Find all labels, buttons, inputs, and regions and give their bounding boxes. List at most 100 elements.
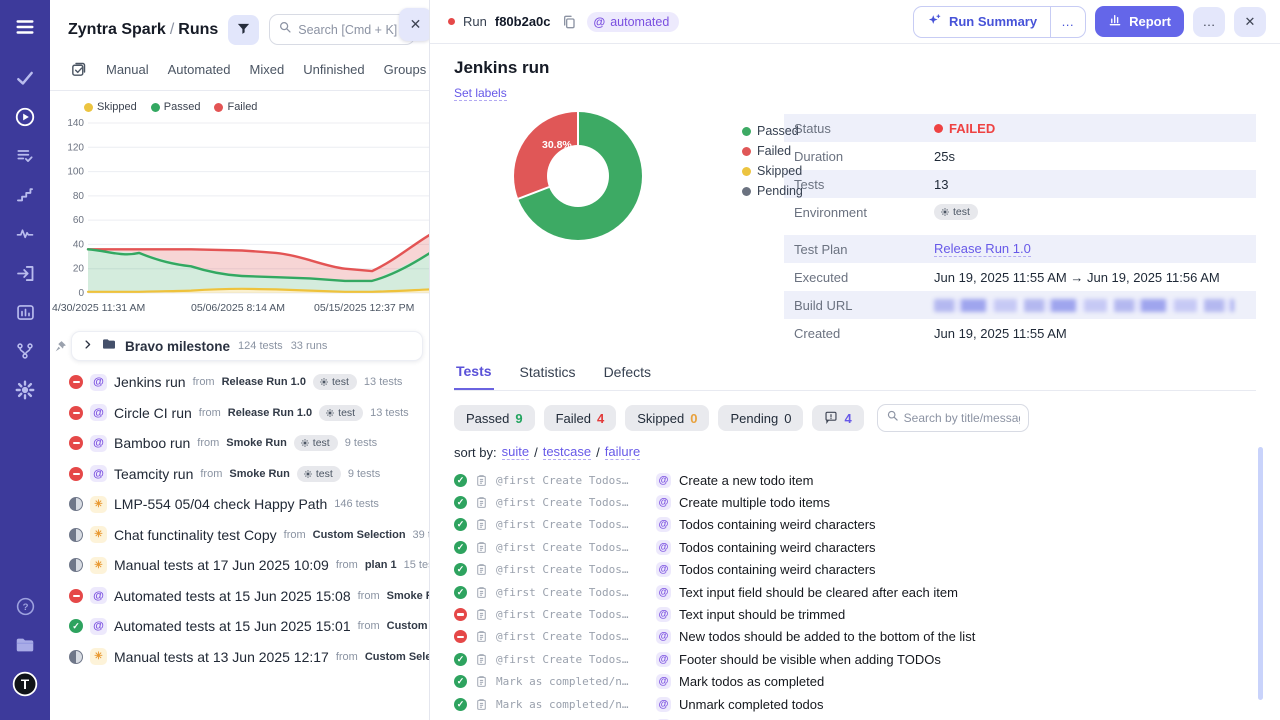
test-list-item[interactable]: @first Create Todos… @ Todos containing … [454,514,1256,536]
milestones-steps-icon[interactable] [12,182,38,208]
run-plan: Custom Selection [313,529,406,541]
tests-check-icon[interactable] [12,65,38,91]
help-icon[interactable]: ? [12,593,38,619]
tab-unfinished[interactable]: Unfinished [303,62,364,77]
run-list-item[interactable]: ✳ Manual tests at 13 Jun 2025 12:17 from… [50,642,429,673]
automated-run-icon: @ [90,404,107,421]
test-list-item[interactable]: @first Create Todos… @ New todos should … [454,626,1256,648]
tab-statistics[interactable]: Statistics [518,363,578,390]
clipboard-icon [475,586,488,599]
run-detail-panel: Run f80b2a0c @ automated Run Summary … [430,0,1280,720]
filter-passed-button[interactable]: Passed9 [454,405,535,431]
build-url-redacted[interactable] [934,299,1234,312]
pin-icon[interactable] [54,340,67,353]
in-progress-status-icon [69,497,83,511]
filter-comments-button[interactable]: 4 [812,405,863,431]
automated-test-icon: @ [656,473,671,488]
chevron-right-icon[interactable] [82,337,93,355]
run-list-item[interactable]: ✳ Manual tests at 17 Jun 2025 10:09 from… [50,550,429,581]
report-button[interactable]: Report [1095,6,1184,37]
run-list-item[interactable]: @ Automated tests at 15 Jun 2025 15:08 f… [50,581,429,612]
detail-row-status: Status FAILED [784,114,1256,142]
automated-badge[interactable]: @ automated [587,12,680,32]
sort-by-testcase[interactable]: testcase [543,444,591,460]
run-list-item[interactable]: ✳ Chat functinality test Copy fromCustom… [50,520,429,551]
import-icon[interactable] [12,260,38,286]
run-list-item[interactable]: @ Automated tests at 15 Jun 2025 15:01 f… [50,611,429,642]
filter-button[interactable] [228,15,259,45]
reports-bar-chart-icon[interactable] [12,299,38,325]
menu-icon[interactable] [12,14,38,40]
select-all-icon[interactable] [70,61,87,78]
suite-name: @first Create Todos… [496,586,648,599]
test-plan-link[interactable]: Release Run 1.0 [934,241,1031,257]
x-label-1: 05/06/2025 8:14 AM [191,302,285,314]
x-label-2: 05/15/2025 12:37 PM [314,302,414,314]
in-progress-status-icon [69,558,83,572]
milestone-folder[interactable]: Bravo milestone 124 tests 33 runs [71,331,423,361]
copy-run-id-button[interactable] [559,12,579,32]
sort-by-failure[interactable]: failure [605,444,640,460]
app-logo[interactable]: T [12,671,38,697]
sort-by-suite[interactable]: suite [502,444,529,460]
tab-automated[interactable]: Automated [168,62,231,77]
automated-test-icon: @ [656,517,671,532]
branch-icon[interactable] [12,338,38,364]
test-title: Create multiple todo items [679,495,830,510]
run-name: Manual tests at 13 Jun 2025 12:17 [114,649,329,665]
runs-play-icon[interactable] [12,104,38,130]
test-plans-icon[interactable] [12,143,38,169]
settings-gear-icon[interactable] [12,377,38,403]
run-summary-button[interactable]: Run Summary [914,7,1050,37]
close-run-button[interactable]: ✕ [1234,7,1266,37]
tab-manual[interactable]: Manual [106,62,149,77]
svg-text:100: 100 [67,167,84,178]
tests-search-input[interactable] [904,411,1020,425]
passed-dot [151,103,160,112]
run-list-item[interactable]: @ Teamcity run fromSmoke Run test 9 test… [50,459,429,490]
project-name[interactable]: Zyntra Spark [68,21,166,38]
run-details-table: Status FAILED Duration 25s Tests 13 Envi… [784,114,1256,347]
test-list-item[interactable]: @first Create Todos… @ Create a new todo… [454,469,1256,491]
tests-scrollbar[interactable] [1258,447,1263,700]
set-labels-link[interactable]: Set labels [454,86,507,101]
test-list-item[interactable]: @first Create Todos… @ Create multiple t… [454,491,1256,513]
filter-skipped-button[interactable]: Skipped0 [625,405,709,431]
more-actions-button[interactable]: … [1193,7,1225,37]
breadcrumb: Zyntra Spark/Runs [68,21,218,39]
tab-groups[interactable]: Groups [384,62,427,77]
run-id: f80b2a0c [495,14,551,29]
test-list-item[interactable]: Mark as completed/n… @ Mark todos as com… [454,671,1256,693]
filter-pending-button[interactable]: Pending0 [718,405,803,431]
suite-name: @first Create Todos… [496,608,648,621]
tab-mixed[interactable]: Mixed [250,62,285,77]
app-sidebar: ? T [0,0,50,720]
run-list-item[interactable]: @ Circle CI run fromRelease Run 1.0 test… [50,398,429,429]
test-list-item[interactable]: @first Create Todos… @ Footer should be … [454,648,1256,670]
run-list-item[interactable]: ✳ LMP-554 05/04 check Happy Path 146 tes… [50,489,429,520]
pulse-analytics-icon[interactable] [12,221,38,247]
run-list-item[interactable]: @ Jenkins run fromRelease Run 1.0 test 1… [50,367,429,398]
tab-tests[interactable]: Tests [454,363,494,390]
runs-search-input[interactable] [298,23,406,37]
detail-row-duration: Duration 25s [784,142,1256,170]
env-badge: test [934,204,978,220]
run-tests-count: 146 tests [334,498,379,510]
suite-name: @first Create Todos… [496,630,648,643]
projects-folder-icon[interactable] [12,632,38,658]
env-badge: test [297,466,341,482]
manual-run-icon: ✳ [90,496,107,513]
test-list-item[interactable]: @first Create Todos… @ Todos containing … [454,536,1256,558]
run-summary-more-button[interactable]: … [1050,7,1085,37]
test-list-item[interactable]: @first Create Todos… @ Todos containing … [454,559,1256,581]
filter-failed-button[interactable]: Failed4 [544,405,617,431]
test-list-item[interactable]: Mark as completed/n… @ Mark all todos as… [454,715,1256,720]
run-plan: Release Run 1.0 [222,376,306,388]
run-list-item[interactable]: @ Bamboo run fromSmoke Run test 9 tests [50,428,429,459]
test-list-item[interactable]: @first Create Todos… @ Text input should… [454,603,1256,625]
test-list-item[interactable]: @first Create Todos… @ Text input field … [454,581,1256,603]
collapse-panel-button[interactable]: ✕ [399,8,430,41]
test-list-item[interactable]: Mark as completed/n… @ Unmark completed … [454,693,1256,715]
run-tests-count: 15 tests [404,559,429,571]
tab-defects[interactable]: Defects [602,363,653,390]
